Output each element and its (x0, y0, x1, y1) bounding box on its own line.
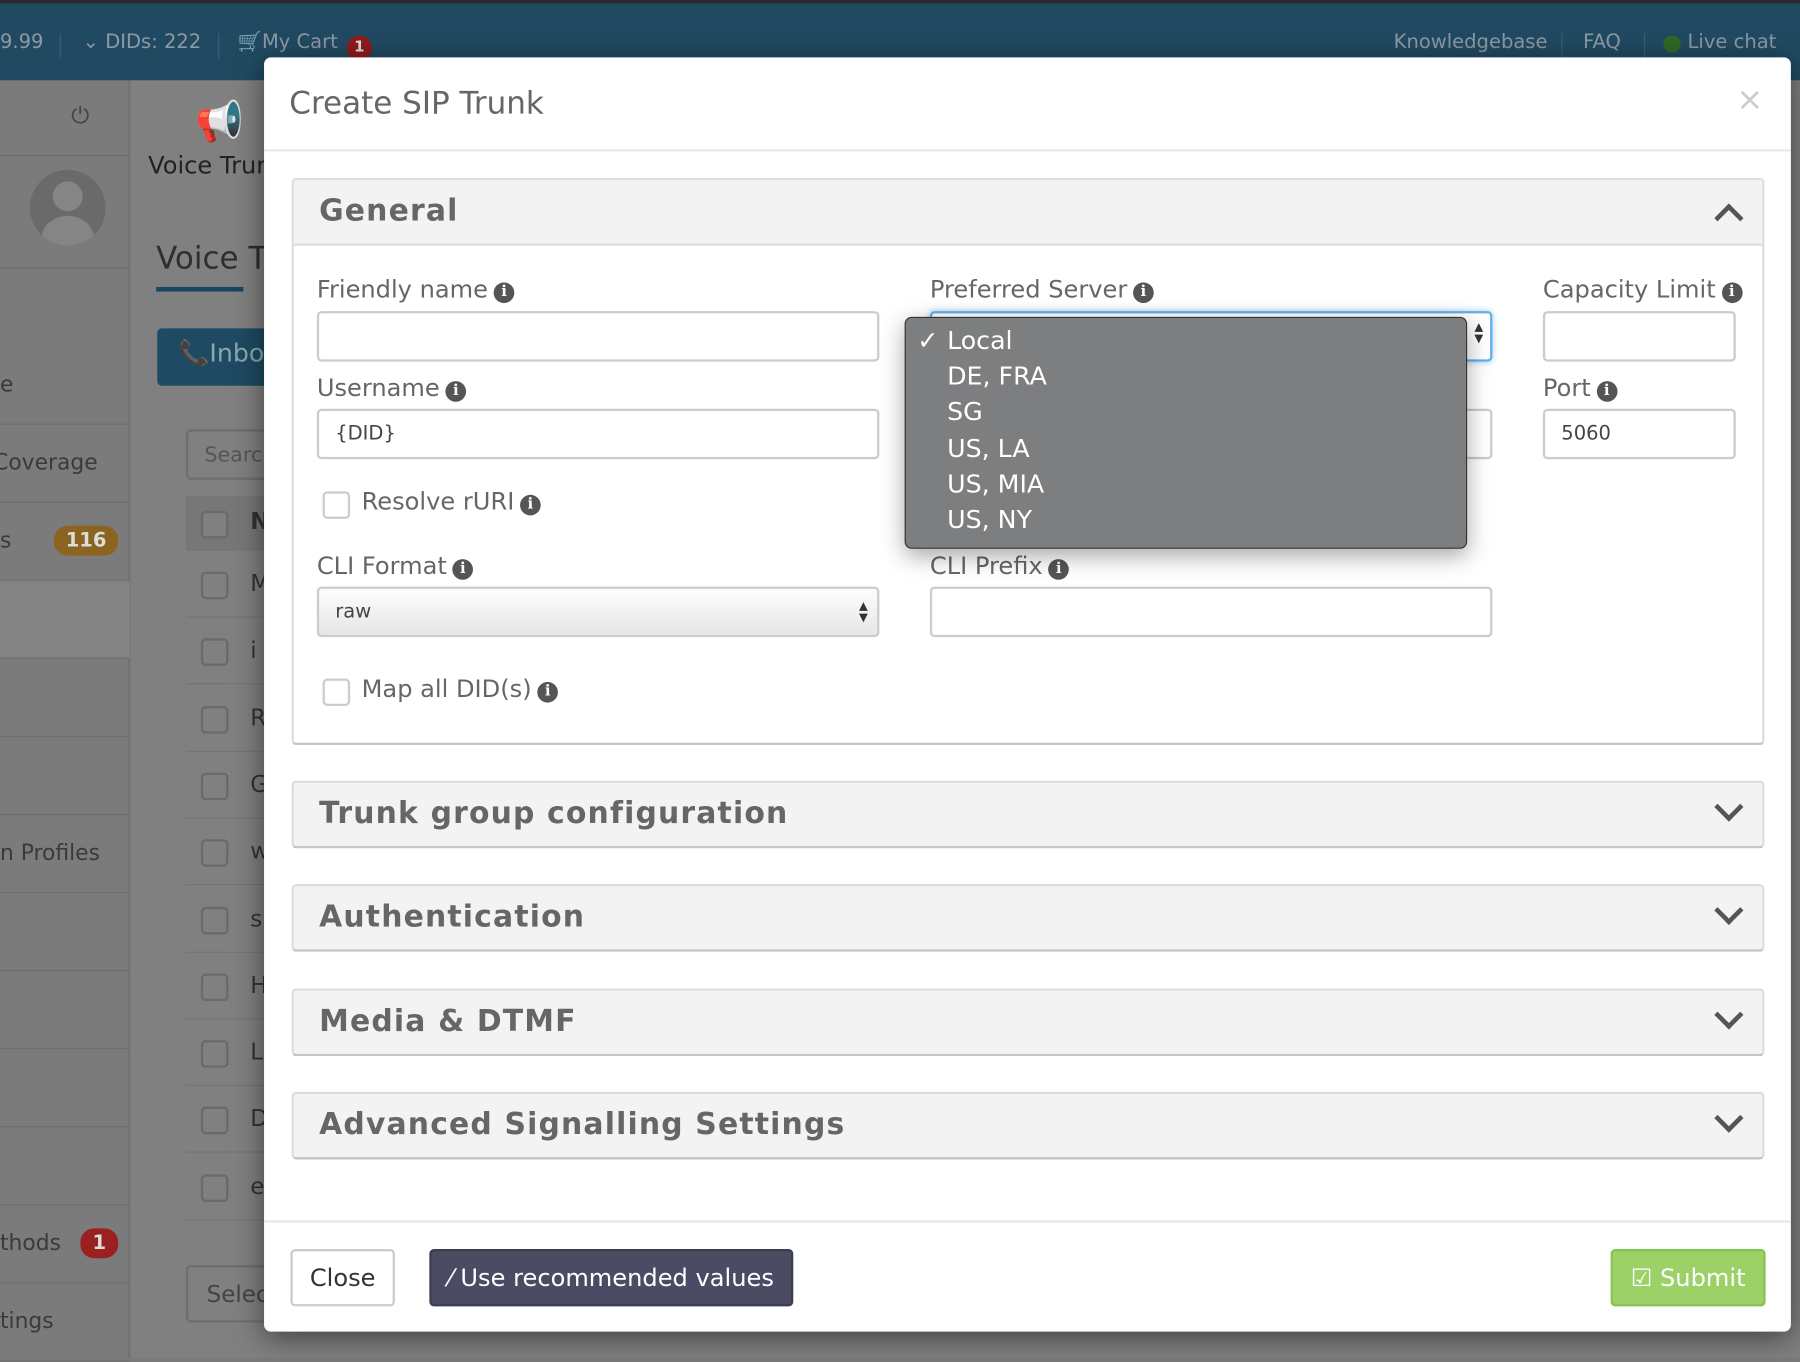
close-icon[interactable]: × (1736, 80, 1763, 118)
sidebar-item-methods[interactable]: thods 1 (0, 1205, 130, 1284)
friendly-name-input[interactable] (316, 311, 880, 362)
advanced-signalling-panel[interactable]: Advanced Signalling Settings (291, 1091, 1765, 1160)
username-input[interactable]: {DID} (316, 408, 880, 460)
create-sip-trunk-modal: Create SIP Trunk × General Friendly name… (264, 57, 1791, 1332)
sidebar-item[interactable]: e (0, 347, 130, 425)
row-checkbox[interactable] (200, 906, 229, 934)
authentication-panel[interactable]: Authentication (291, 883, 1765, 952)
cart-icon: 🛒 (237, 30, 262, 54)
row-checkbox[interactable] (200, 1040, 229, 1068)
count-badge: 116 (53, 525, 119, 556)
chevron-down-icon: ⌄ (82, 30, 106, 54)
row-name: i (250, 636, 257, 664)
select-all-checkbox[interactable] (200, 510, 229, 539)
option-us-la[interactable]: US, LA (947, 435, 1030, 464)
sidebar-item-profiles[interactable]: n Profiles (0, 815, 130, 894)
sidebar-item[interactable]: s 116 (0, 503, 130, 581)
submit-button[interactable]: ☑ Submit (1610, 1249, 1766, 1307)
general-panel-header[interactable]: General (293, 180, 1763, 246)
select-arrows-icon: ▲ ▼ (859, 600, 868, 625)
row-checkbox[interactable] (200, 705, 229, 734)
chevron-down-icon (1714, 792, 1744, 822)
map-all-dids-checkbox[interactable] (322, 678, 351, 707)
preferred-server-dropdown: ✓ Local DE, FRA SG US, LA US, MIA US, NY (904, 316, 1468, 549)
knowledgebase-link[interactable]: Knowledgebase (1394, 31, 1548, 54)
checkmark-icon: ✓ (917, 327, 939, 356)
capacity-limit-input[interactable] (1542, 311, 1736, 362)
page-title: Voice Tr (156, 241, 276, 277)
info-icon[interactable]: i (445, 381, 467, 402)
map-all-dids-label: Map all DID(s) i (362, 675, 559, 703)
info-icon[interactable]: i (1133, 282, 1154, 304)
cli-format-label: CLI Format i (317, 552, 474, 580)
sidebar: ⏻ e Coverage s 116 n Profiles thods 1 ting… (0, 80, 130, 1362)
chevron-down-icon (1714, 895, 1744, 925)
sidebar-item-settings[interactable]: tings (0, 1283, 130, 1362)
trunk-group-panel[interactable]: Trunk group configuration (291, 780, 1765, 849)
row-checkbox[interactable] (200, 839, 229, 867)
megaphone-icon: 📢 (195, 98, 244, 145)
capacity-limit-label: Capacity Limit i (1543, 276, 1743, 304)
option-us-ny[interactable]: US, NY (947, 506, 1032, 535)
dids-dropdown[interactable]: ⌄ DIDs: 222 (83, 31, 202, 54)
info-icon[interactable]: i (452, 559, 474, 580)
online-status-icon (1663, 35, 1681, 53)
resolve-ruri-label: Resolve rURI i (362, 488, 541, 516)
port-label: Port i (1543, 374, 1618, 402)
info-icon[interactable]: i (1048, 559, 1070, 580)
cli-prefix-input[interactable] (929, 586, 1493, 638)
chevron-down-icon (1714, 1103, 1744, 1133)
row-checkbox[interactable] (200, 1107, 229, 1135)
close-button[interactable]: Close (290, 1249, 395, 1307)
row-checkbox[interactable] (200, 571, 229, 600)
cli-format-select[interactable]: raw ▲ ▼ (316, 586, 880, 638)
select-arrows-icon: ▲ ▼ (1474, 321, 1484, 346)
count-badge: 1 (80, 1228, 119, 1259)
avatar (29, 169, 106, 246)
live-chat-link[interactable]: Live chat (1688, 31, 1777, 54)
port-input[interactable]: 5060 (1542, 408, 1736, 460)
info-icon[interactable]: i (520, 494, 541, 516)
sidebar-item-coverage[interactable]: Coverage (0, 425, 130, 503)
row-name: L (250, 1037, 264, 1066)
info-icon[interactable]: i (493, 282, 515, 304)
info-icon[interactable]: i (1721, 282, 1743, 304)
row-checkbox[interactable] (200, 1174, 229, 1202)
magic-wand-icon: ⁄ (448, 1263, 461, 1292)
cart-link[interactable]: 🛒My Cart (238, 31, 338, 54)
balance: 9.99 (0, 30, 44, 54)
power-icon[interactable]: ⏻ (71, 101, 89, 129)
option-local[interactable]: Local (947, 327, 1012, 356)
check-square-icon: ☑ (1630, 1263, 1661, 1292)
use-recommended-values-button[interactable]: ⁄ Use recommended values (429, 1249, 794, 1307)
row-name: e (250, 1171, 265, 1200)
section-header: Voice Trun (148, 151, 272, 180)
friendly-name-label: Friendly name i (317, 276, 515, 304)
username-label: Username i (317, 374, 467, 402)
preferred-server-label: Preferred Server i (930, 276, 1154, 304)
info-icon[interactable]: i (537, 681, 559, 703)
chevron-up-icon[interactable] (1714, 203, 1744, 233)
resolve-ruri-checkbox[interactable] (322, 491, 351, 519)
option-de-fra[interactable]: DE, FRA (947, 363, 1047, 392)
row-checkbox[interactable] (200, 973, 229, 1001)
faq-link[interactable]: FAQ (1583, 31, 1621, 54)
chevron-down-icon (1714, 1000, 1744, 1030)
cli-prefix-label: CLI Prefix i (930, 552, 1070, 580)
row-name: s (250, 904, 263, 932)
info-icon[interactable]: i (1596, 381, 1618, 402)
modal-title: Create SIP Trunk (289, 86, 544, 122)
row-checkbox[interactable] (200, 772, 229, 801)
row-checkbox[interactable] (200, 638, 229, 667)
phone-incoming-icon: 📞 (177, 339, 210, 369)
media-dtmf-panel[interactable]: Media & DTMF (291, 988, 1765, 1057)
option-us-mia[interactable]: US, MIA (947, 471, 1044, 500)
option-sg[interactable]: SG (947, 398, 983, 427)
